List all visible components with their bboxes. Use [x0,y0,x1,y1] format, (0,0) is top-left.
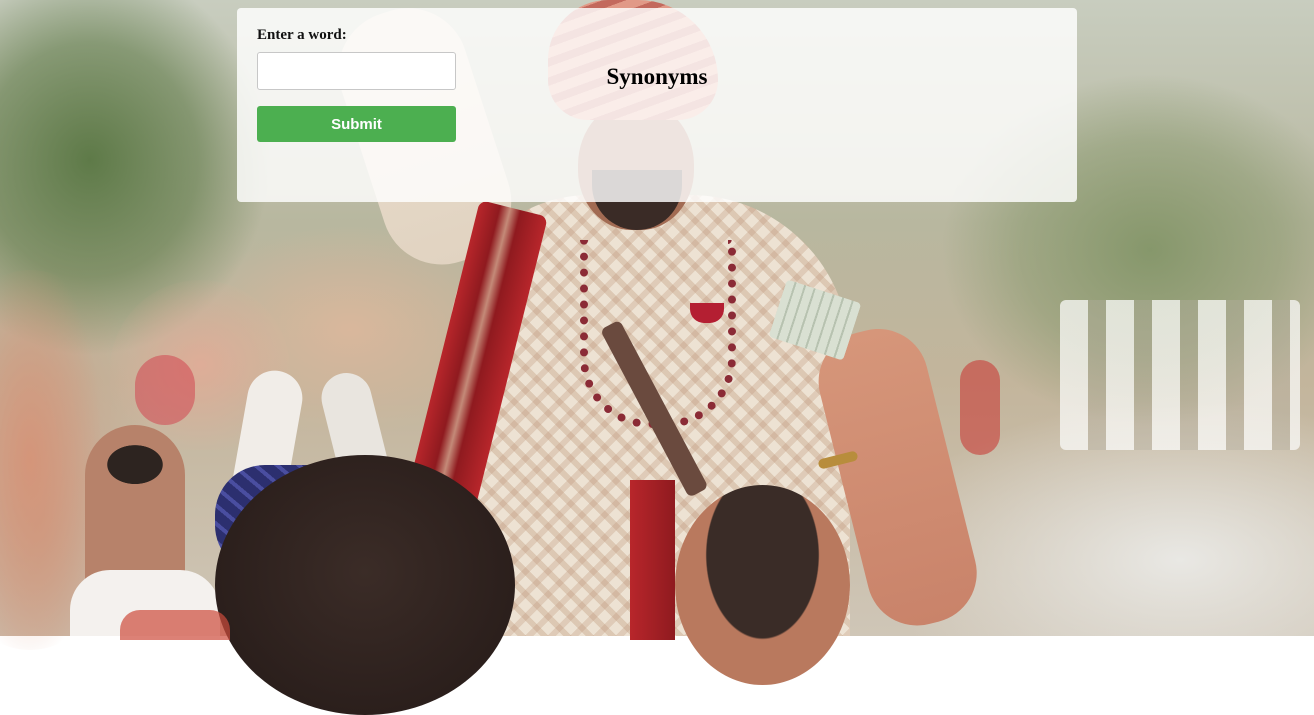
guest-head-center [215,455,515,715]
groom-sash-lower [630,480,675,640]
synonym-panel: Enter a word: Submit Synonyms [237,8,1077,202]
background-red-figure [135,355,195,425]
submit-button[interactable]: Submit [257,106,456,142]
guest-head-right [675,485,850,685]
background-fence [1060,300,1300,450]
synonyms-heading: Synonyms [606,64,708,89]
word-input[interactable] [257,52,456,90]
background-person [960,360,1000,455]
word-label: Enter a word: [257,27,347,43]
